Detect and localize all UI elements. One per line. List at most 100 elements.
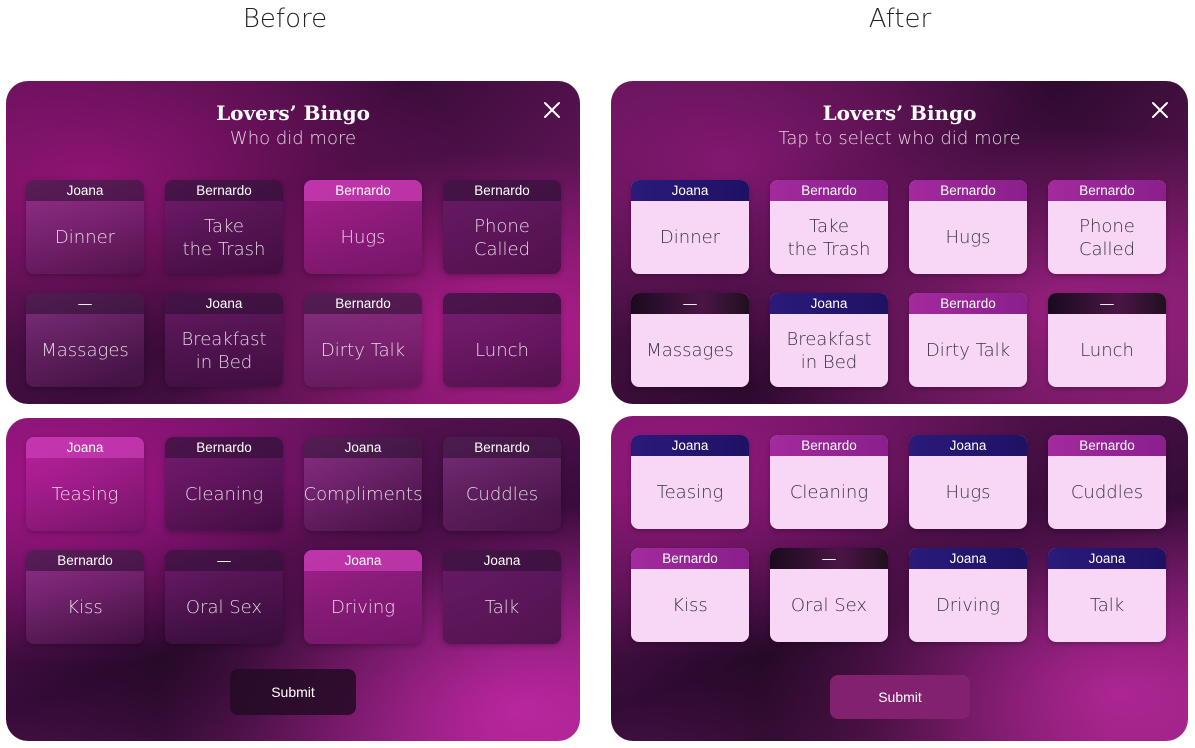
- card-selection: —: [631, 293, 749, 314]
- card-selection: Joana: [165, 293, 283, 314]
- close-button[interactable]: [1148, 98, 1172, 122]
- bingo-card-talk[interactable]: Joana Talk: [443, 550, 561, 644]
- card-selection: Joana: [631, 435, 749, 456]
- bingo-card-teasing[interactable]: Joana Teasing: [26, 437, 144, 531]
- before-title: Lovers’ Bingo: [216, 101, 370, 125]
- bingo-card-take-the-trash[interactable]: Bernardo Take the Trash: [165, 180, 283, 274]
- bingo-card-breakfast-in-bed[interactable]: Joana Breakfast in Bed: [770, 293, 888, 387]
- bingo-card-lunch[interactable]: — Lunch: [1048, 293, 1166, 387]
- card-label: Phone Called: [473, 215, 531, 260]
- card-label: Hugs: [945, 482, 991, 503]
- bingo-card-teasing[interactable]: Joana Teasing: [631, 435, 749, 529]
- after-subtitle: Tap to select who did more: [778, 128, 1021, 149]
- card-selection: —: [770, 548, 888, 569]
- bingo-card-dinner[interactable]: Joana Dinner: [631, 180, 749, 274]
- bingo-card-cleaning[interactable]: Bernardo Cleaning: [165, 437, 283, 531]
- bingo-card-kiss[interactable]: Bernardo Kiss: [631, 548, 749, 642]
- after-top-grid: Joana Dinner Bernardo Take the Trash Berna…: [631, 180, 1166, 387]
- card-selection: Bernardo: [304, 180, 422, 201]
- card-label: Kiss: [67, 597, 103, 618]
- bingo-card-driving[interactable]: Joana Driving: [909, 548, 1027, 642]
- card-label: Massages: [646, 340, 734, 361]
- card-selection: Bernardo: [443, 437, 561, 458]
- card-selection: —: [165, 550, 283, 571]
- bingo-card-hugs-2[interactable]: Joana Hugs: [909, 435, 1027, 529]
- after-title: Lovers’ Bingo: [822, 101, 977, 125]
- bingo-card-dinner[interactable]: Joana Dinner: [26, 180, 144, 274]
- card-selection: —: [1048, 293, 1166, 314]
- card-label: Driving: [935, 595, 1001, 616]
- card-selection: Joana: [304, 550, 422, 571]
- card-selection: Bernardo: [443, 180, 561, 201]
- card-selection: Joana: [909, 435, 1027, 456]
- card-selection: Bernardo: [165, 437, 283, 458]
- bingo-card-massages[interactable]: — Massages: [631, 293, 749, 387]
- bingo-card-dirty-talk[interactable]: Bernardo Dirty Talk: [909, 293, 1027, 387]
- after-bingo-panel-bottom: Joana Teasing Bernardo Cleaning Joana Hugs …: [611, 416, 1188, 741]
- card-label: Teasing: [51, 484, 119, 505]
- bingo-card-kiss[interactable]: Bernardo Kiss: [26, 550, 144, 644]
- card-selection: [443, 293, 561, 314]
- bingo-card-massages[interactable]: — Massages: [26, 293, 144, 387]
- submit-button[interactable]: Submit: [230, 669, 356, 715]
- bingo-card-hugs[interactable]: Bernardo Hugs: [304, 180, 422, 274]
- card-selection: Bernardo: [1048, 435, 1166, 456]
- card-label: Dirty Talk: [925, 340, 1011, 361]
- card-selection: Joana: [631, 180, 749, 201]
- card-label: Take the Trash: [787, 215, 871, 260]
- bingo-card-phone-called[interactable]: Bernardo Phone Called: [1048, 180, 1166, 274]
- card-label: Breakfast in Bed: [786, 328, 872, 373]
- before-top-grid: Joana Dinner Bernardo Take the Trash Berna…: [26, 180, 561, 387]
- card-selection: Bernardo: [1048, 180, 1166, 201]
- card-selection: Joana: [443, 550, 561, 571]
- card-selection: Bernardo: [26, 550, 144, 571]
- card-label: Lunch: [475, 340, 529, 361]
- card-selection: Joana: [26, 437, 144, 458]
- before-bingo-panel-bottom: Joana Teasing Bernardo Cleaning Joana Compl…: [6, 418, 580, 741]
- bingo-card-cuddles[interactable]: Bernardo Cuddles: [443, 437, 561, 531]
- close-icon: [1152, 102, 1168, 118]
- card-selection: Bernardo: [909, 293, 1027, 314]
- card-selection: Joana: [909, 548, 1027, 569]
- card-label: Talk: [1089, 595, 1125, 616]
- bingo-card-phone-called[interactable]: Bernardo Phone Called: [443, 180, 561, 274]
- card-label: Dirty Talk: [320, 340, 406, 361]
- card-label: Take the Trash: [182, 215, 266, 260]
- bingo-card-lunch[interactable]: Lunch: [443, 293, 561, 387]
- bingo-card-take-the-trash[interactable]: Bernardo Take the Trash: [770, 180, 888, 274]
- card-label: Lunch: [1080, 340, 1134, 361]
- bingo-card-compliments[interactable]: Joana Compliments: [304, 437, 422, 531]
- bingo-card-cuddles[interactable]: Bernardo Cuddles: [1048, 435, 1166, 529]
- card-selection: —: [26, 293, 144, 314]
- card-selection: Bernardo: [770, 435, 888, 456]
- card-label: Oral Sex: [790, 595, 868, 616]
- card-label: Kiss: [672, 595, 708, 616]
- card-label: Massages: [41, 340, 129, 361]
- bingo-card-dirty-talk[interactable]: Bernardo Dirty Talk: [304, 293, 422, 387]
- bingo-card-hugs[interactable]: Bernardo Hugs: [909, 180, 1027, 274]
- card-selection: Joana: [1048, 548, 1166, 569]
- card-label: Cleaning: [789, 482, 869, 503]
- bingo-card-driving[interactable]: Joana Driving: [304, 550, 422, 644]
- card-label: Cuddles: [465, 484, 539, 505]
- card-selection: Bernardo: [770, 180, 888, 201]
- before-bingo-panel: Lovers’ Bingo Who did more Joana Dinner B…: [6, 81, 580, 404]
- card-label: Cuddles: [1070, 482, 1144, 503]
- card-selection: Joana: [26, 180, 144, 201]
- card-label: Dinner: [659, 227, 721, 248]
- after-bottom-grid: Joana Teasing Bernardo Cleaning Joana Hugs …: [631, 435, 1166, 642]
- card-label: Talk: [484, 597, 520, 618]
- card-label: Dinner: [54, 227, 116, 248]
- bingo-card-cleaning[interactable]: Bernardo Cleaning: [770, 435, 888, 529]
- bingo-card-talk[interactable]: Joana Talk: [1048, 548, 1166, 642]
- close-button[interactable]: [540, 98, 564, 122]
- bingo-card-oral-sex[interactable]: — Oral Sex: [165, 550, 283, 644]
- card-label: Breakfast in Bed: [181, 328, 267, 373]
- card-selection: Bernardo: [909, 180, 1027, 201]
- after-bingo-panel: Lovers’ Bingo Tap to select who did more…: [611, 81, 1188, 404]
- card-label: Driving: [330, 597, 396, 618]
- bingo-card-breakfast-in-bed[interactable]: Joana Breakfast in Bed: [165, 293, 283, 387]
- submit-button[interactable]: Submit: [830, 675, 970, 719]
- card-label: Phone Called: [1078, 215, 1136, 260]
- bingo-card-oral-sex[interactable]: — Oral Sex: [770, 548, 888, 642]
